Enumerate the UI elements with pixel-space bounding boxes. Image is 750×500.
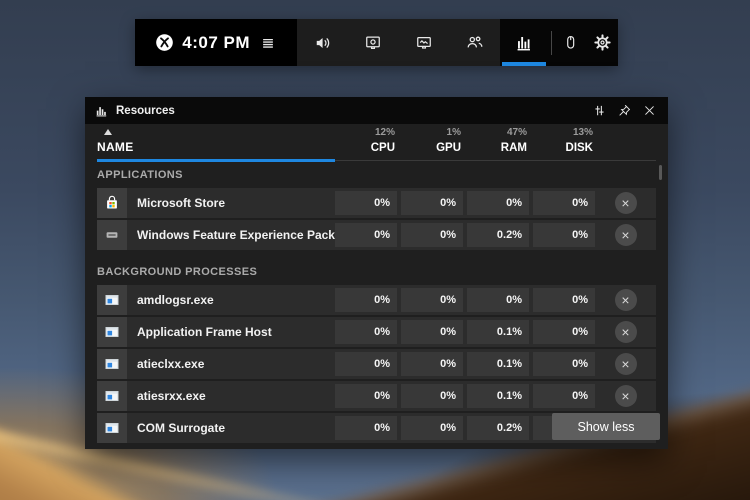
- settings-icon[interactable]: [586, 25, 618, 61]
- ram-value: 0.1%: [467, 320, 529, 344]
- show-less-button[interactable]: Show less: [552, 413, 660, 440]
- resources-icon: [517, 36, 531, 50]
- active-widget-underline: [502, 62, 546, 66]
- end-task-button[interactable]: ×: [614, 321, 637, 343]
- sorted-column-underline: [97, 159, 335, 162]
- divider: [551, 30, 552, 55]
- process-name: atiesrxx.exe: [137, 389, 206, 403]
- cpu-value: 0%: [335, 288, 397, 312]
- game-bar-widget-segment: [297, 19, 501, 66]
- game-bar-system-segment: [548, 19, 618, 66]
- scrollbar-thumb[interactable]: [659, 165, 662, 180]
- process-name: Application Frame Host: [137, 325, 272, 339]
- end-task-button[interactable]: ×: [614, 289, 637, 311]
- end-task-button[interactable]: ×: [614, 353, 637, 375]
- process-name: amdlogsr.exe: [137, 293, 214, 307]
- cpu-value: 0%: [335, 223, 397, 247]
- clock: 4:07 PM: [182, 32, 251, 52]
- ram-value: 0%: [467, 288, 529, 312]
- windows-package-icon: [97, 220, 127, 250]
- performance-options-icon[interactable]: [587, 99, 612, 123]
- ram-value: 0%: [467, 191, 529, 215]
- column-header: NAME 12% CPU 1% GPU 47% RAM 13% DISK: [97, 124, 656, 162]
- gallery-icon[interactable]: [408, 25, 440, 61]
- cpu-value: 0%: [335, 320, 397, 344]
- disk-value: 0%: [533, 352, 595, 376]
- desktop: 4:07 PM Resources NAME 12% CPU 1% GPU 47…: [0, 0, 750, 500]
- audio-icon[interactable]: [307, 25, 339, 61]
- end-task-button[interactable]: ×: [614, 224, 637, 246]
- panel-actions: [587, 99, 662, 123]
- column-name[interactable]: NAME: [97, 129, 335, 154]
- capture-icon[interactable]: [357, 25, 389, 61]
- gpu-value: 0%: [401, 416, 463, 440]
- resources-panel: Resources NAME 12% CPU 1% GPU 47% RAM 13…: [85, 97, 668, 449]
- table-row: amdlogsr.exe 0% 0% 0% 0% ×: [97, 285, 656, 315]
- table-row: atiesrxx.exe 0% 0% 0.1% 0% ×: [97, 381, 656, 411]
- xbox-logo-icon[interactable]: [148, 25, 180, 61]
- gpu-value: 0%: [401, 320, 463, 344]
- microsoft-store-icon: [97, 188, 127, 218]
- table-row: Windows Feature Experience Pack 0% 0% 0.…: [97, 220, 656, 250]
- panel-title: Resources: [116, 104, 175, 117]
- app-window-icon: [97, 317, 127, 347]
- cpu-value: 0%: [335, 416, 397, 440]
- game-bar-clock-segment: 4:07 PM: [135, 19, 298, 66]
- game-bar: 4:07 PM: [135, 19, 618, 66]
- widget-menu-icon[interactable]: [252, 25, 284, 61]
- section-label: APPLICATIONS: [97, 169, 183, 181]
- gpu-value: 0%: [401, 223, 463, 247]
- app-window-icon: [97, 349, 127, 379]
- pointer-icon[interactable]: [554, 25, 586, 61]
- panel-titlebar: Resources: [85, 97, 668, 124]
- column-disk[interactable]: 13% DISK: [537, 127, 599, 154]
- cpu-value: 0%: [335, 191, 397, 215]
- ram-value: 0.1%: [467, 352, 529, 376]
- table-row: Microsoft Store 0% 0% 0% 0% ×: [97, 188, 656, 218]
- column-ram[interactable]: 47% RAM: [471, 127, 533, 154]
- sort-ascending-icon: [104, 129, 112, 135]
- disk-value: 0%: [533, 223, 595, 247]
- process-name: Windows Feature Experience Pack: [137, 228, 335, 242]
- looking-for-group-icon[interactable]: [459, 25, 491, 61]
- ram-value: 0.2%: [467, 416, 529, 440]
- gpu-value: 0%: [401, 352, 463, 376]
- process-list: APPLICATIONS Microsoft Store 0% 0% 0% 0%…: [85, 169, 668, 443]
- gpu-value: 0%: [401, 384, 463, 408]
- close-icon[interactable]: [637, 99, 662, 123]
- ram-value: 0.1%: [467, 384, 529, 408]
- app-window-icon: [97, 285, 127, 315]
- disk-value: 0%: [533, 191, 595, 215]
- process-name: atieclxx.exe: [137, 357, 205, 371]
- process-name: COM Surrogate: [137, 421, 226, 435]
- gpu-value: 0%: [401, 288, 463, 312]
- section-label: BACKGROUND PROCESSES: [97, 266, 258, 278]
- app-window-icon: [97, 381, 127, 411]
- table-row: Application Frame Host 0% 0% 0.1% 0% ×: [97, 317, 656, 347]
- cpu-value: 0%: [335, 352, 397, 376]
- gpu-value: 0%: [401, 191, 463, 215]
- pin-icon[interactable]: [612, 99, 637, 123]
- end-task-button[interactable]: ×: [614, 192, 637, 214]
- cpu-value: 0%: [335, 384, 397, 408]
- column-gpu[interactable]: 1% GPU: [405, 127, 467, 154]
- bar-chart-icon: [96, 106, 107, 116]
- app-window-icon: [97, 413, 127, 443]
- resources-widget-button[interactable]: [500, 19, 548, 66]
- disk-value: 0%: [533, 320, 595, 344]
- table-row: atieclxx.exe 0% 0% 0.1% 0% ×: [97, 349, 656, 379]
- ram-value: 0.2%: [467, 223, 529, 247]
- disk-value: 0%: [533, 384, 595, 408]
- end-task-button[interactable]: ×: [614, 385, 637, 407]
- disk-value: 0%: [533, 288, 595, 312]
- process-name: Microsoft Store: [137, 196, 226, 210]
- column-cpu[interactable]: 12% CPU: [339, 127, 401, 154]
